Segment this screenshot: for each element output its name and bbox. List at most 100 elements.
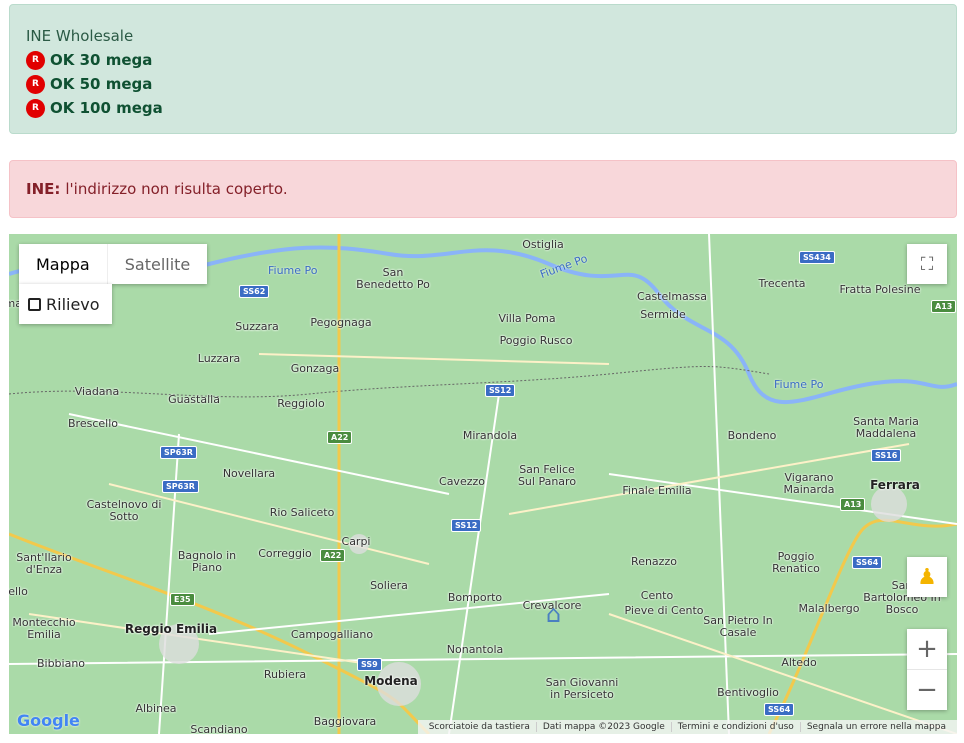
place-label: Cento	[640, 589, 674, 602]
place-label: Bibbiano	[36, 657, 86, 670]
place-label: Poggio Rusco	[499, 334, 573, 347]
road-shield: A13	[931, 300, 957, 313]
road-shield: SP63R	[160, 446, 197, 459]
google-logo: Google	[17, 711, 80, 730]
place-label: Bomporto	[447, 591, 503, 604]
r-badge-icon: R	[26, 98, 45, 118]
place-label: San Benedetto Po	[356, 266, 430, 291]
pegman-icon: ♟	[917, 564, 937, 590]
map-type-satellite-button[interactable]: Satellite	[106, 244, 208, 284]
place-label: San Pietro In Casale	[703, 614, 773, 639]
place-label: Trecenta	[758, 277, 806, 290]
terms-link[interactable]: Termini e condizioni d'uso	[670, 722, 800, 732]
r-badge-icon: R	[26, 50, 45, 70]
place-label: Sant'Ilario d'Enza	[16, 551, 72, 576]
road-shield: SS16	[871, 449, 902, 462]
road-shield: SS12	[451, 519, 482, 532]
map-data-text: Dati mappa ©2023 Google	[535, 722, 671, 732]
road-shield: A22	[327, 431, 353, 444]
place-label: Bagnolo in Piano	[177, 549, 237, 574]
fullscreen-icon: ⛶	[920, 253, 934, 275]
place-label: Mirandola	[462, 429, 518, 442]
place-label: Rio Saliceto	[269, 506, 335, 519]
place-label: Altedo	[781, 656, 817, 669]
road-shield: SS12	[485, 384, 516, 397]
place-label: Rubiera	[263, 668, 307, 681]
checkbox-icon	[28, 297, 41, 311]
place-label: Santa Maria Maddalena	[853, 415, 919, 440]
place-label: Villa Poma	[498, 312, 556, 325]
river-label: Fiume Po	[268, 264, 318, 277]
road-shield: SS434	[799, 251, 835, 264]
place-label: Bentivoglio	[717, 686, 779, 699]
road-shield: A13	[840, 498, 866, 511]
place-label: Bondeno	[727, 429, 777, 442]
place-label: Pegognaga	[310, 316, 372, 329]
place-label: Pieve di Cento	[624, 604, 704, 617]
alert-label: INE:	[26, 180, 61, 198]
road-shield: SS9	[357, 658, 382, 671]
place-label: cello	[9, 585, 28, 598]
place-label: Guastalla	[168, 393, 220, 406]
road-shield: SS62	[239, 285, 270, 298]
map-type-control: Mappa Satellite	[19, 244, 208, 284]
place-label: Reggiolo	[277, 397, 325, 410]
place-label: Finale Emilia	[622, 484, 692, 497]
place-label: Reggio Emilia	[124, 622, 218, 636]
place-label: Correggio	[258, 547, 312, 560]
keyboard-shortcuts-link[interactable]: Scorciatoie da tastiera	[423, 722, 536, 732]
road-shield: E35	[170, 593, 195, 606]
terrain-label: Rilievo	[46, 294, 100, 314]
speed-item: R OK 50 mega	[26, 72, 940, 96]
zoom-out-button[interactable]: −	[907, 669, 947, 709]
coverage-danger-alert: INE: l'indirizzo non risulta coperto.	[9, 160, 957, 218]
place-label: Luzzara	[197, 352, 241, 365]
map-attribution: Scorciatoie da tastiera Dati mappa ©2023…	[417, 720, 957, 734]
place-label: Castelnovo di Sotto	[86, 498, 162, 523]
place-label: Brescello	[68, 417, 118, 430]
place-label: Poggio Renatico	[772, 550, 820, 575]
place-label: Fratta Polesine	[839, 283, 921, 296]
terrain-checkbox[interactable]: Rilievo	[19, 284, 112, 324]
place-label: Carpi	[341, 535, 371, 548]
plus-icon: +	[916, 634, 938, 664]
coverage-success-alert: INE Wholesale R OK 30 mega R OK 50 mega RO…	[9, 4, 957, 134]
place-label: Nonantola	[446, 643, 504, 656]
place-label: Malalbergo	[798, 602, 860, 615]
place-label: Montecchio Emilia	[12, 616, 76, 641]
place-label: Castelmassa	[637, 290, 707, 303]
map[interactable]: Ostiglia San Benedetto Po Trecenta Fratt…	[9, 234, 957, 734]
place-label: Ferrara	[870, 478, 920, 492]
river-label: Fiume Po	[774, 378, 824, 391]
zoom-in-button[interactable]: +	[907, 629, 947, 669]
place-label: Novellara	[222, 467, 276, 480]
zoom-control: + −	[907, 629, 947, 710]
road-shield: SP63R	[162, 480, 199, 493]
place-label: Scandiano	[190, 723, 248, 735]
place-label: Soliera	[370, 579, 408, 592]
place-label: Sermide	[640, 308, 686, 321]
place-label: Gonzaga	[290, 362, 340, 375]
road-shield: SS64	[852, 556, 883, 569]
alert-message: l'indirizzo non risulta coperto.	[65, 180, 288, 198]
r-badge-icon: R	[26, 74, 45, 94]
place-label: Campogalliano	[290, 628, 374, 641]
home-marker-icon[interactable]: ⌂	[546, 600, 561, 628]
speed-item: R OK 30 mega	[26, 48, 940, 72]
place-label: San Giovanni in Persiceto	[545, 676, 619, 701]
place-label: Cavezzo	[439, 475, 485, 488]
place-label: Renazzo	[631, 555, 677, 568]
fullscreen-button[interactable]: ⛶	[907, 244, 947, 284]
place-label: Ostiglia	[522, 238, 564, 251]
road-shield: SS64	[764, 703, 795, 716]
report-error-link[interactable]: Segnala un errore nella mappa	[799, 722, 952, 732]
place-label: Vigarano Mainarda	[783, 471, 835, 496]
place-label: Baggiovara	[313, 715, 377, 728]
map-type-map-button[interactable]: Mappa	[19, 244, 107, 284]
place-label: San Felice Sul Panaro	[517, 463, 577, 488]
street-view-pegman[interactable]: ♟	[907, 557, 947, 597]
speed-item: R OK 100 mega	[26, 96, 940, 120]
place-label: Suzzara	[235, 320, 279, 333]
road-shield: A22	[320, 549, 346, 562]
place-label: Albinea	[135, 702, 177, 715]
